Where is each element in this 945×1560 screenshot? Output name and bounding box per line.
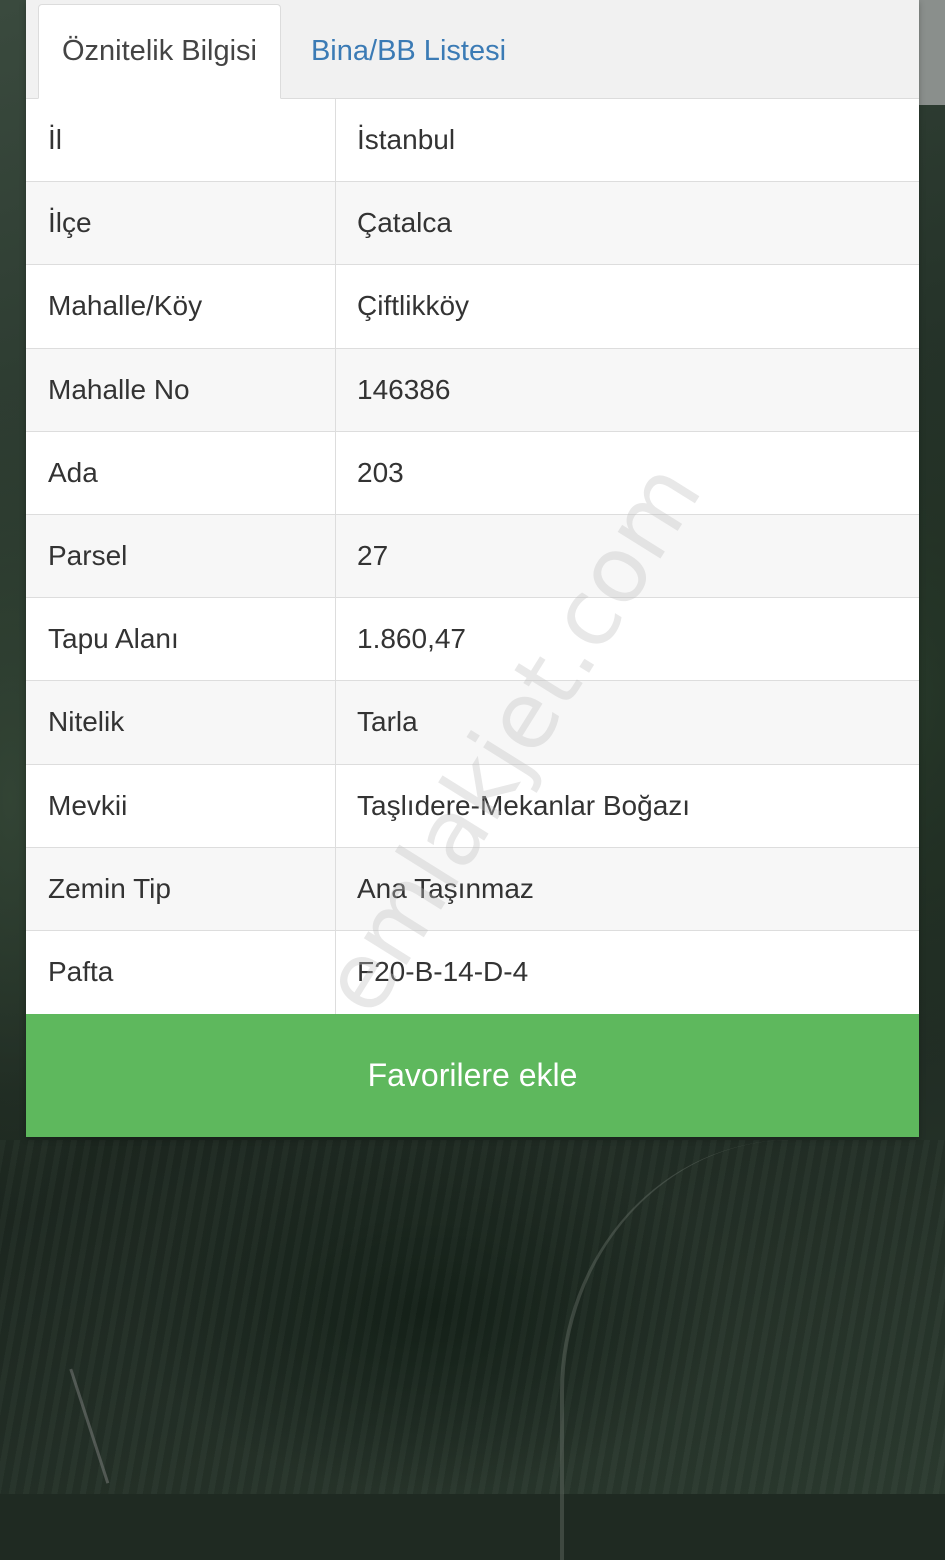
attribute-label: Zemin Tip bbox=[26, 847, 336, 930]
attribute-label: Mevkii bbox=[26, 764, 336, 847]
table-row: Mahalle No 146386 bbox=[26, 348, 919, 432]
tab-bina-bb-listesi[interactable]: Bina/BB Listesi bbox=[296, 4, 521, 98]
attribute-value: Çiftlikköy bbox=[357, 290, 470, 322]
attribute-value: Ana Taşınmaz bbox=[357, 872, 534, 904]
table-row: Mevkii Taşlıdere-Mekanlar Boğazı bbox=[26, 764, 919, 848]
tab-bar: Öznitelik Bilgisi Bina/BB Listesi bbox=[26, 0, 919, 99]
table-row: Ada 203 bbox=[26, 431, 919, 515]
attribute-label: Mahalle No bbox=[26, 348, 336, 431]
attribute-value: Tarla bbox=[357, 706, 418, 738]
table-row: Parsel 27 bbox=[26, 514, 919, 599]
tab-oznitelik-bilgisi[interactable]: Öznitelik Bilgisi bbox=[38, 4, 281, 99]
attribute-value: Taşlıdere-Mekanlar Boğazı bbox=[357, 789, 691, 821]
attribute-label: Mahalle/Köy bbox=[26, 265, 336, 348]
attribute-label: İlçe bbox=[26, 182, 336, 265]
attribute-value: 1.860,47 bbox=[357, 623, 466, 655]
attribute-value: Çatalca bbox=[357, 207, 452, 239]
attribute-label: Pafta bbox=[26, 930, 336, 1015]
attribute-label: Parsel bbox=[26, 514, 336, 598]
attribute-label: Ada bbox=[26, 431, 336, 514]
table-row: İlçe Çatalca bbox=[26, 182, 919, 266]
parcel-info-panel: Öznitelik Bilgisi Bina/BB Listesi İl İst… bbox=[26, 0, 919, 1138]
attribute-value: F20-B-14-D-4 bbox=[357, 956, 529, 988]
map-edge bbox=[915, 0, 945, 105]
attribute-value: İstanbul bbox=[357, 124, 456, 156]
attribute-value: 146386 bbox=[357, 373, 451, 405]
table-row: Pafta F20-B-14-D-4 bbox=[26, 930, 919, 1015]
table-row: Nitelik Tarla bbox=[26, 681, 919, 765]
attribute-value: 27 bbox=[357, 540, 389, 572]
attribute-value: 203 bbox=[357, 456, 404, 488]
attribute-label: Nitelik bbox=[26, 681, 336, 764]
table-row: Tapu Alanı 1.860,47 bbox=[26, 598, 919, 682]
attribute-label: İl bbox=[26, 99, 336, 182]
add-to-favorites-button[interactable]: Favorilere ekle bbox=[26, 1014, 919, 1138]
table-row: İl İstanbul bbox=[26, 99, 919, 183]
attribute-label: Tapu Alanı bbox=[26, 598, 336, 681]
table-row: Mahalle/Köy Çiftlikköy bbox=[26, 265, 919, 349]
table-row: Zemin Tip Ana Taşınmaz bbox=[26, 847, 919, 931]
attribute-table: İl İstanbul İlçe Çatalca Mahalle/Köy Çif… bbox=[26, 99, 919, 1015]
